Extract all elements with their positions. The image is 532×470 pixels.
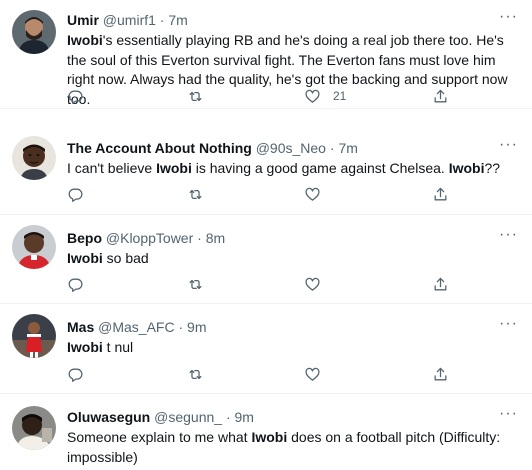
share-button[interactable] [432,364,449,384]
retweet-button[interactable] [187,184,204,204]
timestamp[interactable]: 7m [168,12,187,28]
reply-button[interactable] [67,274,84,294]
tweet-text: Someone explain to me what Iwobi does on… [67,428,518,467]
more-icon[interactable]: ··· [499,137,518,153]
retweet-icon [187,88,204,105]
reply-icon [67,276,84,293]
retweet-button[interactable] [187,274,204,294]
tweet[interactable]: Umir @umirf1 · 7m ··· Iwobi's essentiall… [0,0,532,109]
display-name[interactable]: Umir [67,12,99,28]
highlighted-term: Iwobi [67,32,103,48]
share-icon [432,88,449,105]
more-icon[interactable]: ··· [499,227,518,243]
highlighted-term: Iwobi [251,429,288,445]
tweet-header: Bepo @KloppTower · 8m [67,228,518,248]
more-icon[interactable]: ··· [499,9,518,25]
like-icon [304,276,321,293]
reply-button[interactable] [67,364,84,384]
like-button[interactable] [304,274,321,294]
share-icon [432,186,449,203]
text-run: t nul [102,339,134,355]
separator: · [225,409,231,425]
avatar[interactable] [12,225,56,269]
text-run: Someone explain to me what [67,429,252,445]
tweet[interactable]: Bepo @KloppTower · 8m ··· Iwobi so bad [0,215,532,304]
display-name[interactable]: The Account About Nothing [67,140,252,156]
user-handle[interactable]: @90s_Neo [256,140,326,156]
separator: · [159,12,165,28]
user-handle[interactable]: @segunn_ [154,409,222,425]
display-name[interactable]: Mas [67,319,94,335]
text-run: I can't believe [67,160,157,176]
tweet-text: I can't believe Iwobi is having a good g… [67,159,518,179]
timestamp[interactable]: 7m [338,140,357,156]
retweet-icon [187,186,204,203]
tweet[interactable]: The Account About Nothing @90s_Neo · 7m … [0,128,532,215]
share-icon [432,276,449,293]
share-button[interactable] [432,184,449,204]
avatar[interactable] [12,314,56,358]
tweet-text: Iwobi so bad [67,249,518,269]
text-run: ?? [484,160,501,176]
share-button[interactable] [432,274,449,294]
tweet-header: Oluwasegun @segunn_ · 9m [67,407,518,427]
action-bar [67,274,518,294]
like-button[interactable]: 21 [304,86,346,106]
highlighted-term: Iwobi [156,160,192,176]
share-icon [432,366,449,383]
like-icon [304,186,321,203]
like-button[interactable] [304,364,321,384]
highlighted-term: Iwobi [448,160,485,176]
tweet-text: Iwobi t nul [67,338,518,358]
timestamp[interactable]: 8m [206,230,225,246]
tweet[interactable]: Mas @Mas_AFC · 9m ··· Iwobi t nul [0,304,532,394]
highlighted-term: Iwobi [67,339,103,355]
like-count: 21 [333,89,347,103]
user-handle[interactable]: @umirf1 [103,12,156,28]
action-bar [67,364,518,384]
separator: · [329,140,335,156]
reply-icon [67,366,84,383]
retweet-icon [187,366,204,383]
display-name[interactable]: Bepo [67,230,102,246]
tweet[interactable]: Oluwasegun @segunn_ · 9m ··· Someone exp… [0,394,532,470]
user-handle[interactable]: @KloppTower [106,230,193,246]
reply-icon [67,88,84,105]
like-icon [304,366,321,383]
separator: · [178,319,184,335]
text-run: is having a good game against Chelsea. [191,160,449,176]
highlighted-term: Iwobi [67,250,103,266]
action-bar [67,184,518,204]
like-icon [304,88,321,105]
reply-button[interactable] [67,184,84,204]
timestamp[interactable]: 9m [187,319,206,335]
share-button[interactable] [432,86,449,106]
more-icon[interactable]: ··· [499,406,518,422]
tweet-header: The Account About Nothing @90s_Neo · 7m [67,138,518,158]
user-handle[interactable]: @Mas_AFC [98,319,174,335]
like-button[interactable] [304,184,321,204]
reply-icon [67,186,84,203]
reply-button[interactable] [67,86,84,106]
action-bar: 21 [67,86,518,106]
retweet-button[interactable] [187,86,204,106]
retweet-icon [187,276,204,293]
display-name[interactable]: Oluwasegun [67,409,150,425]
tweet-header: Umir @umirf1 · 7m [67,10,518,30]
more-icon[interactable]: ··· [499,316,518,332]
avatar[interactable] [12,10,56,54]
text-run: so bad [102,250,149,266]
separator: · [197,230,202,246]
retweet-button[interactable] [187,364,204,384]
timestamp[interactable]: 9m [235,409,254,425]
avatar[interactable] [12,136,56,180]
avatar[interactable] [12,406,56,450]
tweet-header: Mas @Mas_AFC · 9m [67,317,518,337]
